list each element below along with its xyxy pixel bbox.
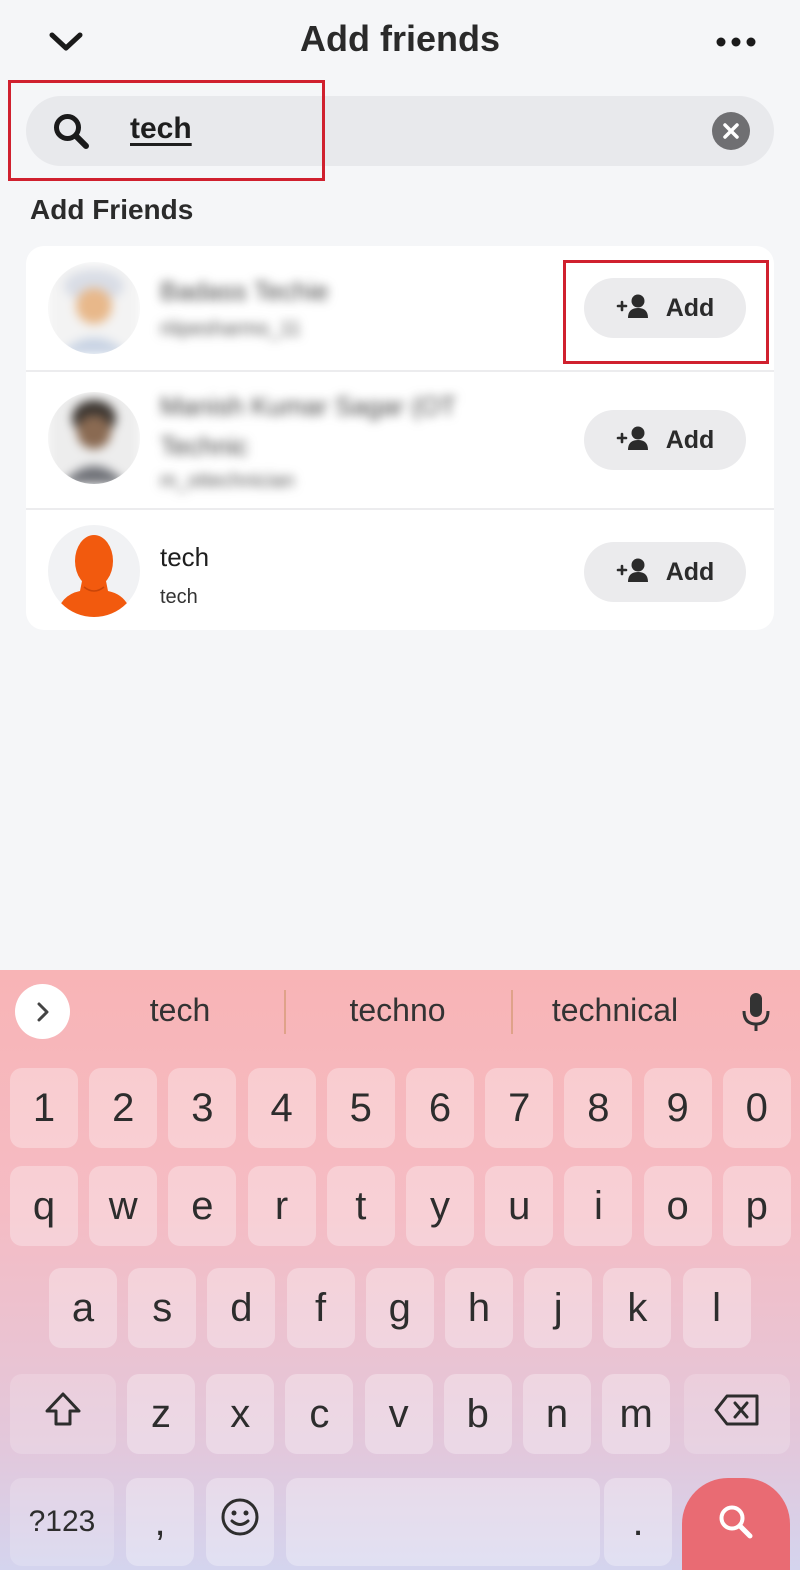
suggestion-item[interactable]: technical [515, 992, 715, 1029]
key-b[interactable]: b [443, 1374, 512, 1454]
add-friend-button[interactable]: Add [584, 278, 746, 338]
key-u[interactable]: u [485, 1166, 554, 1246]
friend-name: Badass Techie [160, 276, 329, 306]
backspace-icon [713, 1392, 761, 1437]
clear-icon[interactable] [712, 112, 750, 150]
friend-name: Manish Kumar Sagar (OT Technic [160, 391, 456, 461]
key-m[interactable]: m [602, 1374, 671, 1454]
add-friend-button[interactable]: Add [584, 542, 746, 602]
avatar [48, 525, 140, 617]
list-item[interactable]: Badass Techie riiipesharmo_11 Add [26, 246, 774, 370]
key-7[interactable]: 7 [485, 1068, 554, 1148]
key-k[interactable]: k [603, 1268, 672, 1348]
period-key[interactable]: . [604, 1478, 672, 1566]
search-icon [52, 112, 90, 150]
page-title: Add friends [299, 18, 500, 59]
key-z[interactable]: z [127, 1374, 195, 1454]
key-2[interactable]: 2 [89, 1068, 158, 1148]
suggestion-item[interactable]: tech [80, 992, 280, 1029]
key-w[interactable]: w [89, 1166, 158, 1246]
key-n[interactable]: n [523, 1374, 591, 1454]
key-h[interactable]: h [445, 1268, 513, 1348]
list-item[interactable]: Manish Kumar Sagar (OT Technic m_ottechn… [26, 370, 774, 508]
key-q[interactable]: q [10, 1166, 78, 1246]
key-3[interactable]: 3 [168, 1068, 237, 1148]
avatar [48, 392, 140, 484]
key-o[interactable]: o [643, 1166, 712, 1246]
space-key[interactable] [286, 1478, 600, 1566]
search-input-value[interactable]: tech [130, 112, 192, 146]
shift-key[interactable] [10, 1374, 116, 1454]
chevron-down-icon[interactable] [44, 20, 88, 64]
add-friend-button[interactable]: Add [584, 410, 746, 470]
friend-username: tech [160, 586, 198, 608]
key-s[interactable]: s [128, 1268, 197, 1348]
keyboard-search-button[interactable] [682, 1478, 790, 1570]
key-d[interactable]: d [207, 1268, 276, 1348]
on-screen-keyboard: tech techno technical 1234567890 qwertyui… [0, 970, 800, 1570]
key-6[interactable]: 6 [406, 1068, 474, 1148]
suggestion-divider [284, 990, 286, 1034]
key-e[interactable]: e [168, 1166, 237, 1246]
friend-name: tech [160, 542, 210, 572]
key-c[interactable]: c [285, 1374, 354, 1454]
key-v[interactable]: v [364, 1374, 433, 1454]
add-user-icon [616, 425, 650, 456]
friend-username: m_ottechnician [160, 470, 295, 492]
friend-username: riiipesharmo_11 [160, 318, 301, 340]
more-options-icon[interactable] [712, 22, 760, 62]
key-g[interactable]: g [365, 1268, 434, 1348]
top-bar: Add friends [0, 0, 800, 84]
key-j[interactable]: j [524, 1268, 593, 1348]
shift-icon [43, 1389, 83, 1439]
key-y[interactable]: y [406, 1166, 474, 1246]
key-8[interactable]: 8 [564, 1068, 633, 1148]
search-field[interactable]: tech [26, 96, 774, 166]
avatar [48, 262, 140, 354]
section-title: Add Friends [30, 194, 194, 225]
key-0[interactable]: 0 [722, 1068, 791, 1148]
key-f[interactable]: f [286, 1268, 355, 1348]
key-5[interactable]: 5 [326, 1068, 395, 1148]
suggestion-bar: tech techno technical [0, 970, 800, 1056]
key-a[interactable]: a [49, 1268, 117, 1348]
friend-results-list: Badass Techie riiipesharmo_11 Add Manish… [26, 246, 774, 630]
list-item[interactable]: tech tech Add [26, 508, 774, 630]
key-r[interactable]: r [247, 1166, 316, 1246]
key-9[interactable]: 9 [643, 1068, 712, 1148]
comma-key[interactable]: , [126, 1478, 194, 1566]
emoji-icon [220, 1497, 260, 1547]
key-t[interactable]: t [326, 1166, 395, 1246]
key-1[interactable]: 1 [10, 1068, 78, 1148]
backspace-key[interactable] [684, 1374, 790, 1454]
suggestion-divider [511, 990, 513, 1034]
add-button-label: Add [665, 557, 715, 586]
add-user-icon [616, 293, 650, 324]
key-x[interactable]: x [206, 1374, 275, 1454]
chevron-right-icon[interactable] [15, 984, 70, 1039]
key-4[interactable]: 4 [247, 1068, 316, 1148]
search-icon [717, 1503, 755, 1546]
symbols-key[interactable]: ?123 [10, 1478, 114, 1566]
emoji-key[interactable] [206, 1478, 274, 1566]
add-button-label: Add [665, 293, 715, 322]
microphone-icon[interactable] [734, 988, 778, 1036]
key-p[interactable]: p [722, 1166, 791, 1246]
add-user-icon [616, 557, 650, 588]
add-button-label: Add [665, 425, 715, 454]
key-l[interactable]: l [682, 1268, 751, 1348]
suggestion-item[interactable]: techno [290, 992, 505, 1029]
key-i[interactable]: i [564, 1166, 633, 1246]
